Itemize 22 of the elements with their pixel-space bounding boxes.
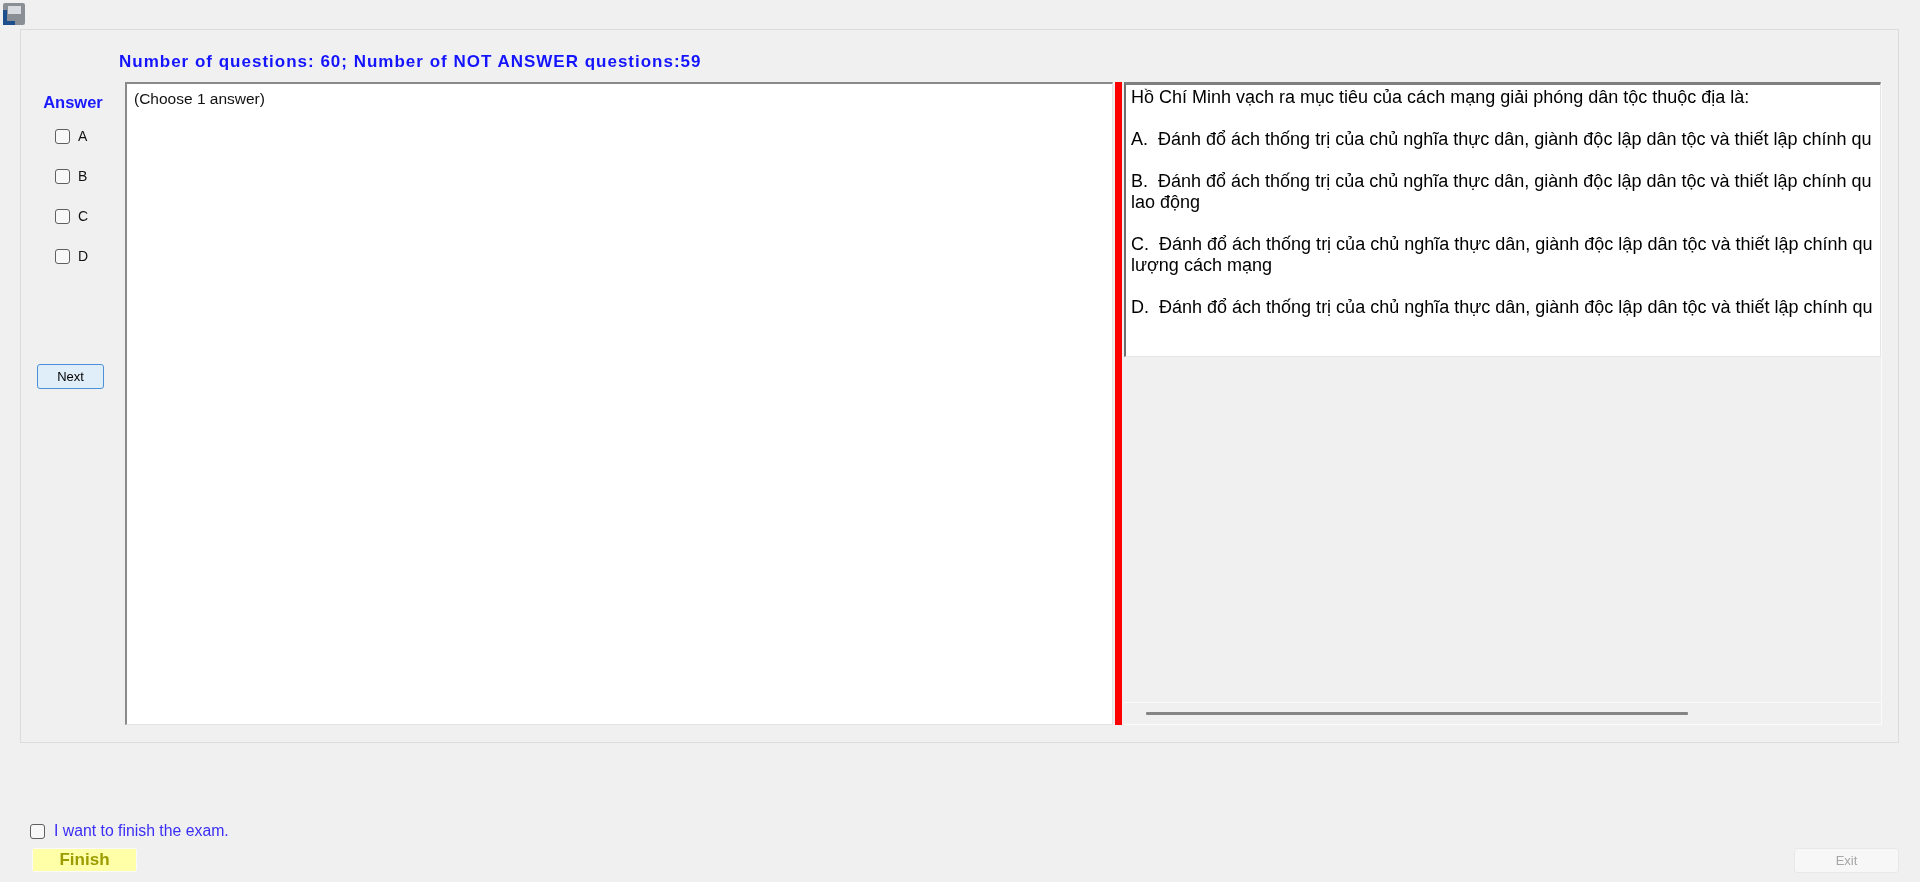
question-count-text: Number of questions: 60; Number of NOT ANSWER questions:59 xyxy=(119,52,702,71)
answer-option-checkbox[interactable]: A xyxy=(55,127,88,145)
answer-option-checkbox[interactable]: B xyxy=(55,167,88,185)
checkbox[interactable] xyxy=(55,248,70,264)
scrollbar-thumb[interactable] xyxy=(1146,712,1688,715)
answer-option-text: D. Đánh đổ ách thống trị của chủ nghĩa thực dân, giành độc lập dân tộc và thiết lập chính qu xyxy=(1131,297,1873,318)
answer-text-area[interactable]: (Choose 1 answer) xyxy=(125,82,1113,725)
checkbox[interactable] xyxy=(55,208,70,224)
instruction-text: (Choose 1 answer) xyxy=(134,90,265,108)
app-icon xyxy=(2,2,26,26)
answer-option-text: B. Đánh đổ ách thống trị của chủ nghĩa thực dân, giành độc lập dân tộc và thiết lập chính qu lao động xyxy=(1131,171,1872,213)
question-text: Hồ Chí Minh vạch ra mục tiêu của cách mạng giải phóng dân tộc thuộc địa là: xyxy=(1131,87,1750,108)
answer-option-text: C. Đánh đổ ách thống trị của chủ nghĩa thực dân, giành độc lập dân tộc và thiết lập chính qu lượng cách mạng xyxy=(1131,234,1873,276)
finish-exam-checkbox[interactable]: I want to finish the exam. xyxy=(30,823,229,839)
next-button[interactable]: Next xyxy=(37,364,104,389)
answer-option-checkbox[interactable]: D xyxy=(55,247,89,265)
answer-option-text: A. Đánh đổ ách thống trị của chủ nghĩa thực dân, giành độc lập dân tộc và thiết lập chính qu xyxy=(1131,129,1872,150)
answer-option-checkbox[interactable]: C xyxy=(55,207,89,225)
checkbox[interactable] xyxy=(55,128,70,144)
answer-heading: Answer xyxy=(43,92,103,112)
checkbox[interactable] xyxy=(30,823,45,839)
checkbox[interactable] xyxy=(55,168,70,184)
